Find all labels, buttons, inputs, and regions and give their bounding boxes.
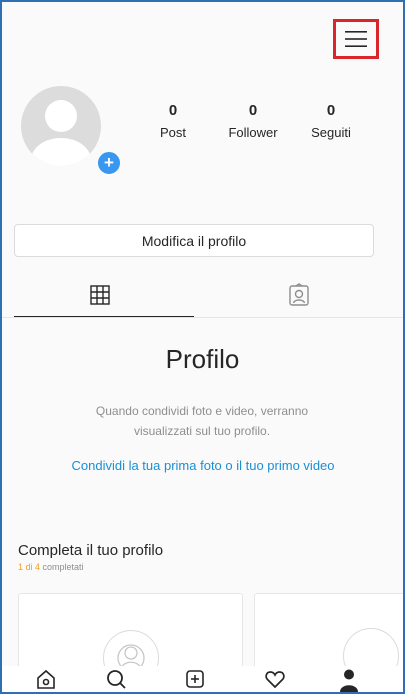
plus-icon: + — [104, 153, 114, 172]
avatar-placeholder-icon[interactable] — [21, 86, 101, 166]
nav-home[interactable] — [26, 668, 66, 692]
profile-icon — [340, 669, 358, 692]
bottom-nav — [2, 666, 403, 692]
nav-profile[interactable] — [329, 668, 369, 692]
following-count: 0 — [326, 102, 336, 119]
followers-stat[interactable]: 0 Follower — [213, 102, 293, 140]
nav-add-post[interactable] — [175, 668, 215, 692]
following-stat[interactable]: 0 Seguiti — [291, 102, 371, 140]
menu-button[interactable] — [333, 19, 379, 59]
tab-tagged[interactable] — [201, 273, 397, 317]
followers-label: Follower — [228, 125, 278, 140]
add-photo-button[interactable]: + — [96, 150, 122, 176]
home-icon — [37, 669, 55, 689]
grid-icon — [90, 285, 110, 305]
tab-grid[interactable] — [2, 273, 198, 317]
progress-count: 1 di 4 — [18, 562, 41, 572]
complete-profile-title: Completa il tuo profilo — [18, 542, 164, 559]
following-label: Seguiti — [311, 125, 351, 140]
nav-search[interactable] — [96, 668, 136, 692]
posts-label: Post — [159, 125, 186, 140]
app-screen: + 0 Post 0 Follower 0 Seguiti Modifica i… — [0, 0, 405, 694]
search-icon — [107, 670, 126, 689]
tagged-icon — [289, 283, 309, 306]
posts-stat[interactable]: 0 Post — [133, 102, 213, 140]
share-first-photo-link[interactable]: Condividi la tua prima foto o il tuo pri… — [62, 457, 344, 474]
edit-profile-button[interactable]: Modifica il profilo — [14, 224, 374, 257]
posts-count: 0 — [168, 102, 178, 119]
nav-activity[interactable] — [255, 668, 295, 692]
complete-profile-progress: 1 di 4 completati — [18, 562, 84, 572]
heart-icon — [265, 671, 285, 689]
hamburger-icon — [345, 31, 367, 47]
active-tab-indicator — [14, 316, 194, 317]
empty-state-title: Profilo — [165, 344, 240, 374]
tab-divider — [2, 317, 403, 318]
followers-count: 0 — [248, 102, 258, 119]
add-post-icon — [186, 670, 204, 688]
empty-state-description: Quando condividi foto e video, verranno … — [95, 404, 309, 438]
progress-suffix: completati — [40, 562, 84, 572]
